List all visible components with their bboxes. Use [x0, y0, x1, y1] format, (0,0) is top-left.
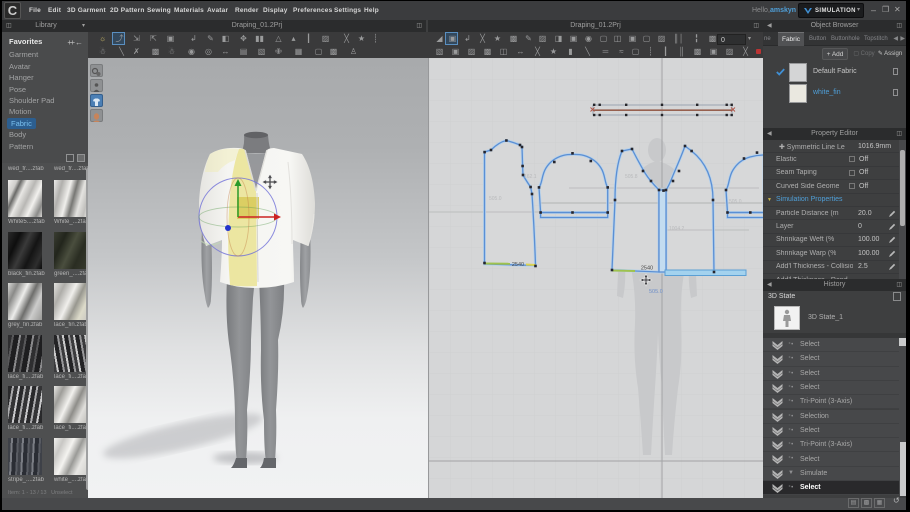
- svg-text:162.1: 162.1: [524, 174, 537, 180]
- svg-text:505.0: 505.0: [489, 196, 502, 202]
- svg-text:505.0: 505.0: [649, 289, 663, 295]
- svg-text:505.8: 505.8: [625, 174, 638, 180]
- svg-text:2540: 2540: [512, 262, 524, 268]
- svg-text:1004.2: 1004.2: [669, 226, 685, 232]
- svg-text:505.0: 505.0: [729, 199, 742, 205]
- svg-text:2540: 2540: [641, 266, 653, 272]
